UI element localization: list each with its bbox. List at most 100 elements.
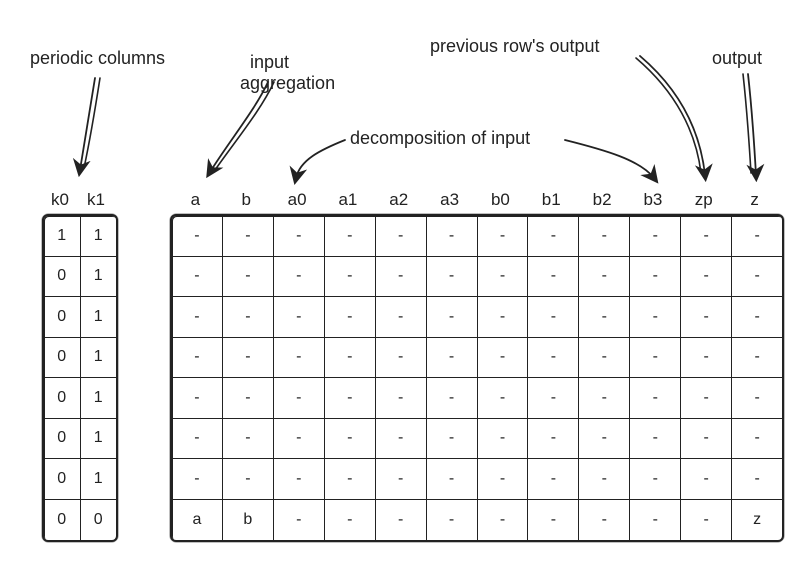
left-table: 1101010101010100 [42, 214, 118, 542]
table-cell: - [630, 257, 681, 297]
label-previous-row-output: previous row's output [430, 36, 600, 58]
table-cell: - [528, 338, 579, 378]
table-cell: - [528, 257, 579, 297]
table-cell: - [681, 459, 732, 499]
table-cell: - [630, 459, 681, 499]
table-row: 01 [44, 378, 116, 419]
table-cell: - [478, 338, 529, 378]
column-header: zp [695, 190, 713, 210]
table-cell: - [528, 216, 579, 256]
table-cell: - [630, 500, 681, 541]
table-cell: - [528, 297, 579, 337]
table-cell: - [172, 378, 223, 418]
table-cell: - [325, 257, 376, 297]
table-cell: z [732, 500, 782, 541]
table-cell: - [579, 216, 630, 256]
table-cell: - [579, 459, 630, 499]
table-cell: - [325, 297, 376, 337]
table-cell: - [376, 500, 427, 541]
table-cell: 1 [81, 459, 117, 499]
table-cell: - [579, 338, 630, 378]
table-cell: - [223, 338, 274, 378]
column-header: b0 [491, 190, 510, 210]
table-cell: - [376, 419, 427, 459]
table-row: 01 [44, 419, 116, 460]
column-header: k0 [51, 190, 69, 210]
right-table: ----------------------------------------… [170, 214, 784, 542]
column-header: b2 [593, 190, 612, 210]
diagram-canvas: { "annotations": { "periodic_columns": "… [0, 0, 807, 586]
label-text: periodic columns [30, 48, 165, 68]
column-header: z [750, 190, 759, 210]
table-row: ab---------z [172, 500, 782, 541]
column-header: a [191, 190, 200, 210]
table-cell: - [376, 338, 427, 378]
table-cell: - [376, 216, 427, 256]
column-header: b1 [542, 190, 561, 210]
table-cell: - [172, 338, 223, 378]
table-cell: - [681, 419, 732, 459]
table-cell: - [732, 297, 782, 337]
table-cell: - [478, 378, 529, 418]
table-cell: - [325, 500, 376, 541]
table-row: ------------ [172, 216, 782, 257]
label-input-aggregation: input aggregation [240, 30, 335, 95]
table-cell: - [681, 216, 732, 256]
column-header: a1 [338, 190, 357, 210]
table-cell: - [172, 257, 223, 297]
table-cell: - [427, 216, 478, 256]
table-cell: - [325, 378, 376, 418]
table-row: ------------ [172, 378, 782, 419]
table-cell: - [223, 419, 274, 459]
table-cell: - [325, 419, 376, 459]
table-cell: - [528, 459, 579, 499]
table-cell: - [223, 297, 274, 337]
table-cell: - [325, 459, 376, 499]
table-cell: 1 [81, 378, 117, 418]
table-cell: - [630, 419, 681, 459]
table-cell: - [681, 297, 732, 337]
label-text: output [712, 48, 762, 68]
table-cell: - [427, 378, 478, 418]
table-row: ------------ [172, 338, 782, 379]
label-text: decomposition of input [350, 128, 530, 148]
table-cell: - [681, 338, 732, 378]
table-cell: - [732, 216, 782, 256]
left-table-rows: 1101010101010100 [44, 216, 116, 540]
table-cell: - [732, 338, 782, 378]
table-cell: - [528, 378, 579, 418]
table-cell: - [427, 419, 478, 459]
table-cell: - [681, 378, 732, 418]
table-cell: - [579, 257, 630, 297]
table-cell: 1 [44, 216, 81, 256]
table-cell: - [732, 378, 782, 418]
column-header: a3 [440, 190, 459, 210]
column-header: a0 [288, 190, 307, 210]
table-cell: - [478, 297, 529, 337]
table-cell: 1 [81, 297, 117, 337]
table-row: 01 [44, 338, 116, 379]
table-cell: - [223, 459, 274, 499]
table-cell: 0 [44, 500, 81, 541]
table-cell: - [376, 297, 427, 337]
table-cell: - [732, 459, 782, 499]
table-cell: 0 [44, 338, 81, 378]
table-cell: - [274, 459, 325, 499]
table-row: 00 [44, 500, 116, 541]
label-periodic-columns: periodic columns [30, 48, 165, 70]
table-cell: - [172, 459, 223, 499]
label-text: previous row's output [430, 36, 600, 56]
table-cell: - [274, 419, 325, 459]
table-cell: - [681, 257, 732, 297]
table-cell: - [274, 378, 325, 418]
table-row: ------------ [172, 459, 782, 500]
table-cell: 1 [81, 338, 117, 378]
table-row: 01 [44, 297, 116, 338]
table-cell: - [579, 419, 630, 459]
table-cell: - [376, 459, 427, 499]
table-cell: 0 [44, 257, 81, 297]
label-decomposition-of-input: decomposition of input [350, 128, 530, 150]
table-cell: - [732, 257, 782, 297]
table-cell: - [172, 216, 223, 256]
table-cell: - [478, 459, 529, 499]
